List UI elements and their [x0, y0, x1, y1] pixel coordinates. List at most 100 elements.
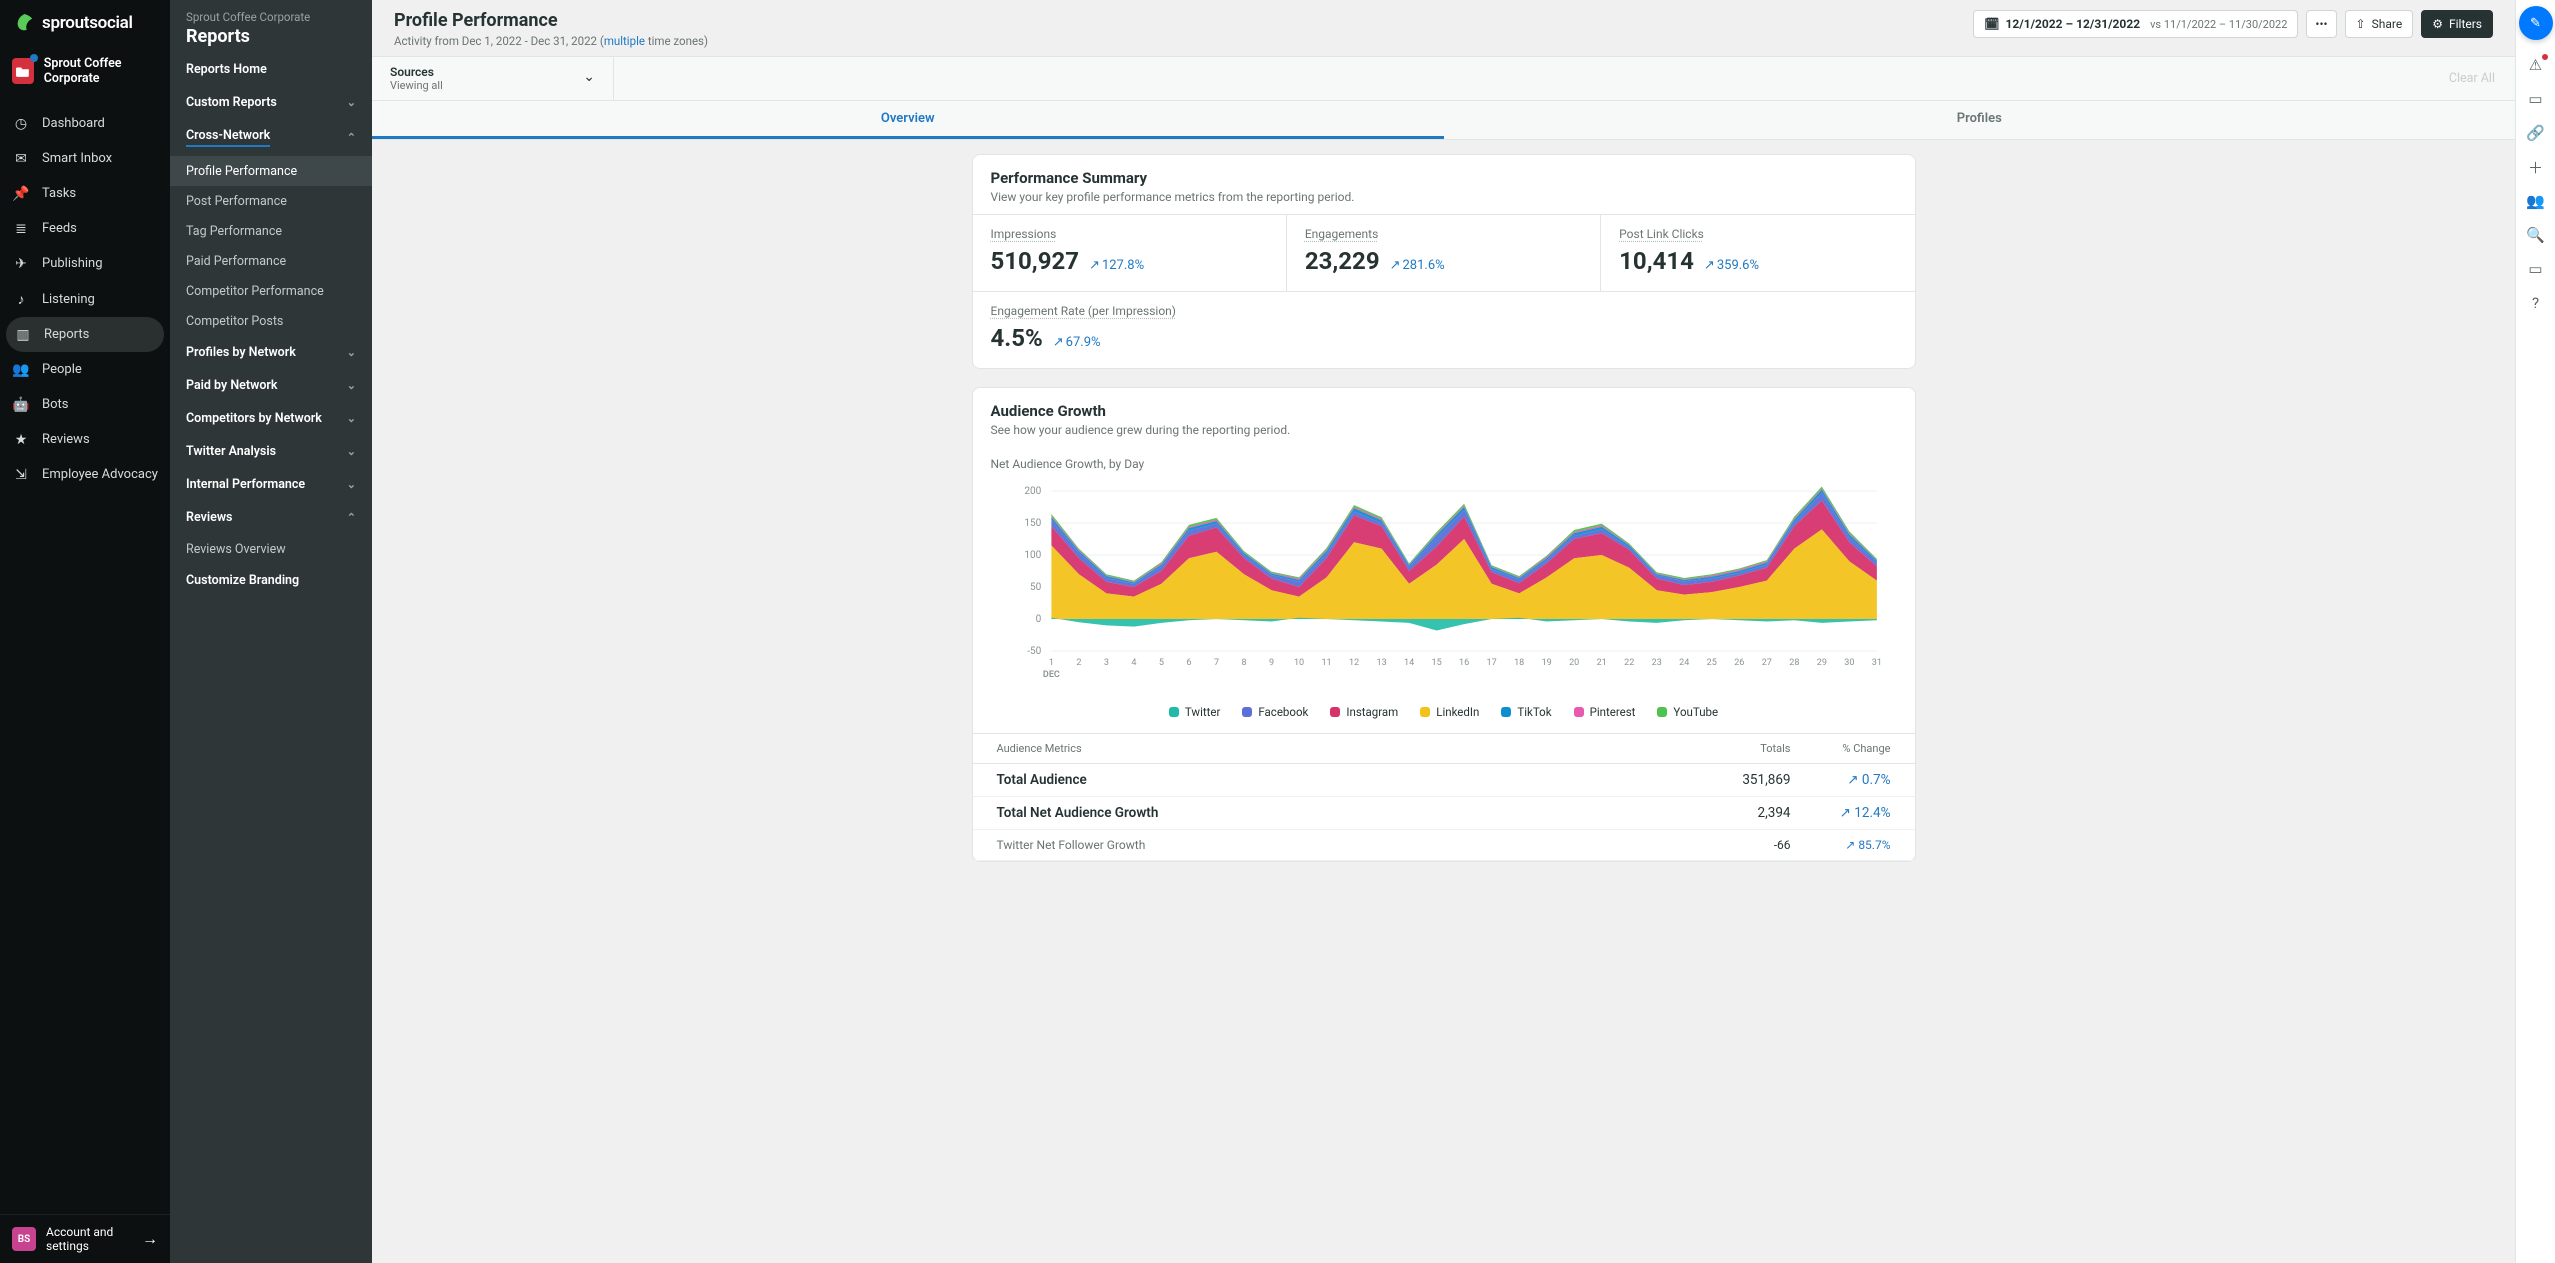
subnav-profile-performance[interactable]: Profile Performance: [170, 156, 372, 186]
sources-dropdown[interactable]: Sources Viewing all: [372, 57, 614, 100]
nav-employee-advocacy[interactable]: ⇲Employee Advocacy: [0, 457, 170, 492]
metric-impressions: Impressions510,927127.8%: [973, 215, 1287, 291]
content-scroll[interactable]: Performance Summary View your key profil…: [372, 140, 2515, 1263]
people-button[interactable]: 👥: [2521, 186, 2551, 216]
nav-label: People: [42, 362, 82, 377]
legend-linkedin[interactable]: LinkedIn: [1420, 705, 1479, 719]
more-menu-button[interactable]: •••: [2306, 10, 2336, 38]
share-icon: ⇧: [2356, 17, 2366, 31]
table-row: Total Audience351,8690.7%: [973, 764, 1915, 797]
nav-label: Publishing: [42, 256, 103, 271]
search-button[interactable]: 🔍: [2521, 220, 2551, 250]
svg-text:22: 22: [1624, 658, 1634, 668]
subnav-reviews[interactable]: Reviews⌃: [170, 501, 372, 534]
subnav-cross-network[interactable]: Cross-Network⌃: [170, 119, 372, 156]
legend-dot: [1657, 707, 1667, 717]
audience-title: Audience Growth: [991, 402, 1897, 420]
metric-engagements: Engagements23,229281.6%: [1287, 215, 1601, 291]
svg-text:200: 200: [1024, 486, 1041, 497]
compose-button[interactable]: ✎: [2519, 6, 2553, 40]
workspace-switcher[interactable]: Sprout Coffee Corporate: [0, 46, 170, 96]
publishing-icon: ✈: [12, 256, 30, 272]
subnav-paid-by-network[interactable]: Paid by Network⌄: [170, 369, 372, 402]
svg-text:23: 23: [1651, 658, 1661, 668]
timezone-link[interactable]: multiple: [604, 34, 645, 48]
legend-facebook[interactable]: Facebook: [1242, 705, 1308, 719]
nav-reports[interactable]: ▥Reports: [6, 317, 164, 352]
subnav-post-performance[interactable]: Post Performance: [170, 186, 372, 216]
legend-instagram[interactable]: Instagram: [1330, 705, 1398, 719]
svg-text:15: 15: [1431, 658, 1441, 668]
date-range-picker[interactable]: 🗓 12/1/2022 – 12/31/2022 vs 11/1/2022 – …: [1973, 10, 2298, 38]
reports-subnav: Sprout Coffee Corporate Reports Reports …: [170, 0, 372, 1263]
subnav-reports-home[interactable]: Reports Home: [170, 53, 372, 86]
svg-text:26: 26: [1734, 658, 1744, 668]
svg-text:100: 100: [1024, 550, 1041, 561]
nav-bots[interactable]: 🤖Bots: [0, 387, 170, 422]
notes-button[interactable]: ▭: [2521, 84, 2551, 114]
legend-twitter[interactable]: Twitter: [1169, 705, 1221, 719]
subnav-paid-performance[interactable]: Paid Performance: [170, 246, 372, 276]
subnav-customize-branding[interactable]: Customize Branding: [170, 564, 372, 597]
nav-feeds[interactable]: ≣Feeds: [0, 211, 170, 246]
legend-pinterest[interactable]: Pinterest: [1574, 705, 1636, 719]
employee-advocacy-icon: ⇲: [12, 467, 30, 483]
subnav-reviews-overview[interactable]: Reviews Overview: [170, 534, 372, 564]
nav-label: Reports: [44, 327, 89, 342]
chevron-down-icon: ⌄: [347, 96, 356, 109]
svg-text:DEC: DEC: [1042, 670, 1059, 680]
svg-text:13: 13: [1376, 658, 1386, 668]
nav-listening[interactable]: ♪Listening: [0, 281, 170, 317]
nav-publishing[interactable]: ✈ Publishing: [0, 246, 170, 281]
legend-tiktok[interactable]: TikTok: [1501, 705, 1551, 719]
nav-smart-inbox[interactable]: ✉Smart Inbox: [0, 141, 170, 176]
nav-tasks[interactable]: 📌Tasks: [0, 176, 170, 211]
chevron-down-icon: ⌄: [347, 412, 356, 425]
main-nav: sproutsocial Sprout Coffee Corporate ◷Da…: [0, 0, 170, 1263]
clear-all-button[interactable]: Clear All: [2449, 71, 2495, 86]
tab-profiles[interactable]: Profiles: [1444, 101, 2516, 139]
alerts-button[interactable]: ⚠: [2521, 50, 2551, 80]
account-settings-label: Account and settings: [46, 1225, 142, 1253]
chevron-down-icon: ⌄: [347, 379, 356, 392]
nav-dashboard[interactable]: ◷Dashboard: [0, 106, 170, 141]
summary-title: Performance Summary: [991, 169, 1897, 187]
brand-logo[interactable]: sproutsocial: [0, 0, 170, 46]
svg-text:27: 27: [1761, 658, 1771, 668]
nav-label: Bots: [42, 397, 68, 412]
svg-text:12: 12: [1348, 658, 1358, 668]
account-settings[interactable]: BS Account and settings →: [0, 1214, 170, 1263]
people-icon: 👥: [12, 362, 30, 378]
page-subtitle: Activity from Dec 1, 2022 - Dec 31, 2022…: [394, 34, 708, 48]
nav-people[interactable]: 👥 People: [0, 352, 170, 387]
nav-items: ◷Dashboard✉Smart Inbox📌Tasks≣Feeds ✈ Publi…: [0, 106, 170, 1214]
subnav-competitors-by-network[interactable]: Competitors by Network⌄: [170, 402, 372, 435]
link-button[interactable]: 🔗: [2521, 118, 2551, 148]
legend-dot: [1242, 707, 1252, 717]
subnav-twitter-analysis[interactable]: Twitter Analysis⌄: [170, 435, 372, 468]
svg-text:5: 5: [1158, 658, 1163, 668]
filters-button[interactable]: ⚙Filters: [2421, 10, 2493, 38]
card-button[interactable]: ▭: [2521, 254, 2551, 284]
legend-youtube[interactable]: YouTube: [1657, 705, 1718, 719]
help-button[interactable]: ?: [2521, 288, 2551, 318]
subnav-tag-performance[interactable]: Tag Performance: [170, 216, 372, 246]
subnav-internal-performance[interactable]: Internal Performance⌄: [170, 468, 372, 501]
tab-overview[interactable]: Overview: [372, 101, 1444, 139]
listening-icon: ♪: [12, 291, 30, 308]
add-button[interactable]: ＋: [2521, 152, 2551, 182]
subnav-competitor-performance[interactable]: Competitor Performance: [170, 276, 372, 306]
subnav-org: Sprout Coffee Corporate: [186, 10, 356, 24]
subnav-competitor-posts[interactable]: Competitor Posts: [170, 306, 372, 336]
compose-icon: ✎: [2530, 16, 2541, 31]
nav-reviews[interactable]: ★Reviews: [0, 422, 170, 457]
subnav-custom-reports[interactable]: Custom Reports⌄: [170, 86, 372, 119]
reviews-icon: ★: [12, 432, 30, 448]
subnav-profiles-by-network[interactable]: Profiles by Network⌄: [170, 336, 372, 369]
feeds-icon: ≣: [12, 221, 30, 237]
main-panel: Profile Performance Activity from Dec 1,…: [372, 0, 2515, 1263]
share-button[interactable]: ⇧Share: [2345, 10, 2414, 38]
svg-text:50: 50: [1030, 582, 1042, 593]
svg-text:24: 24: [1679, 658, 1689, 668]
svg-text:20: 20: [1569, 658, 1579, 668]
